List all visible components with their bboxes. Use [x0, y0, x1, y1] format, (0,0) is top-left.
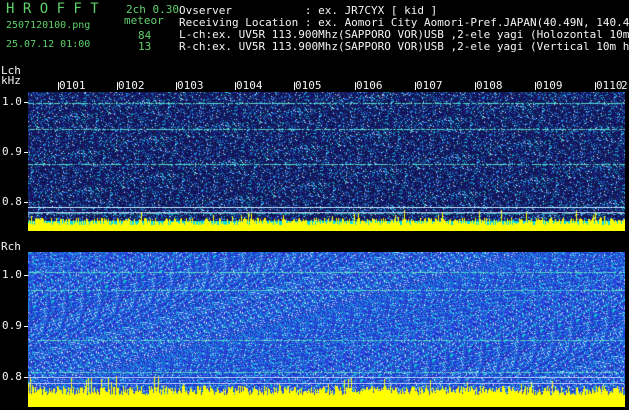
minute-marker — [58, 82, 59, 90]
time-label-0104: 0104 — [236, 79, 263, 92]
time-label-0106: 0106 — [356, 79, 383, 92]
rch-tick-1-0: 1.0 — [2, 268, 22, 281]
time-label-0102: 0102 — [118, 79, 145, 92]
lch-reference-line — [28, 207, 624, 208]
minute-marker — [355, 82, 356, 90]
observer-line: Ovserver : ex. JR7CYX [ kid ] — [179, 4, 438, 17]
minute-marker — [475, 82, 476, 90]
minute-marker — [117, 82, 118, 90]
time-label-0105: 0105 — [295, 79, 322, 92]
rch-config-line: R-ch:ex. UV5R 113.900Mhz(SAPPORO VOR)USB… — [179, 40, 629, 53]
mode-label: meteor — [124, 14, 164, 27]
minute-marker — [176, 82, 177, 90]
lch-tick-mark-0-8 — [24, 202, 28, 203]
minute-marker — [535, 82, 536, 90]
khz-unit-label: kHz — [1, 74, 21, 87]
rch-label: Rch — [1, 240, 21, 253]
rch-count: 13 — [138, 40, 152, 53]
location-line: Receiving Location : ex. Aomori City Aom… — [179, 16, 629, 29]
time-label-0101: 0101 — [59, 79, 86, 92]
lch-tick-0-8: 0.8 — [2, 195, 22, 208]
time-label-0107: 0107 — [416, 79, 443, 92]
lch-tick-mark-0-9 — [24, 152, 28, 153]
lch-tick-0-9: 0.9 — [2, 145, 22, 158]
rch-reference-line — [28, 377, 624, 378]
filename-label: 2507120100.png — [6, 20, 91, 31]
time-label-0103: 0103 — [177, 79, 204, 92]
rch-tick-mark-1-0 — [24, 275, 28, 276]
minute-marker — [235, 82, 236, 90]
lch-spectrogram — [28, 92, 625, 231]
time-label-0108: 0108 — [476, 79, 503, 92]
rch-tick-mark-0-9 — [24, 326, 28, 327]
app-title: H R O F F T — [6, 1, 99, 17]
time-label-0110: 0110 — [596, 79, 623, 92]
minute-marker — [595, 82, 596, 90]
rch-reference-line — [28, 383, 624, 384]
lch-tick-mark-1-0 — [24, 102, 28, 103]
rch-tick-0-9: 0.9 — [2, 319, 22, 332]
lch-tick-1-0: 1.0 — [2, 95, 22, 108]
rch-tick-0-8: 0.8 — [2, 370, 22, 383]
datetime-label: 25.07.12 01:00 — [6, 39, 91, 50]
lch-reference-line — [28, 212, 624, 213]
time-label-0109: 0109 — [536, 79, 563, 92]
minute-marker — [415, 82, 416, 90]
lch-config-line: L-ch:ex. UV5R 113.900Mhz(SAPPORO VOR)USB… — [179, 28, 629, 41]
hroft-window: H R O F F T 2ch 0.30 meteor 2507120100.p… — [0, 0, 629, 410]
minute-marker — [294, 82, 295, 90]
time-label-trailing: 2 — [621, 79, 628, 92]
